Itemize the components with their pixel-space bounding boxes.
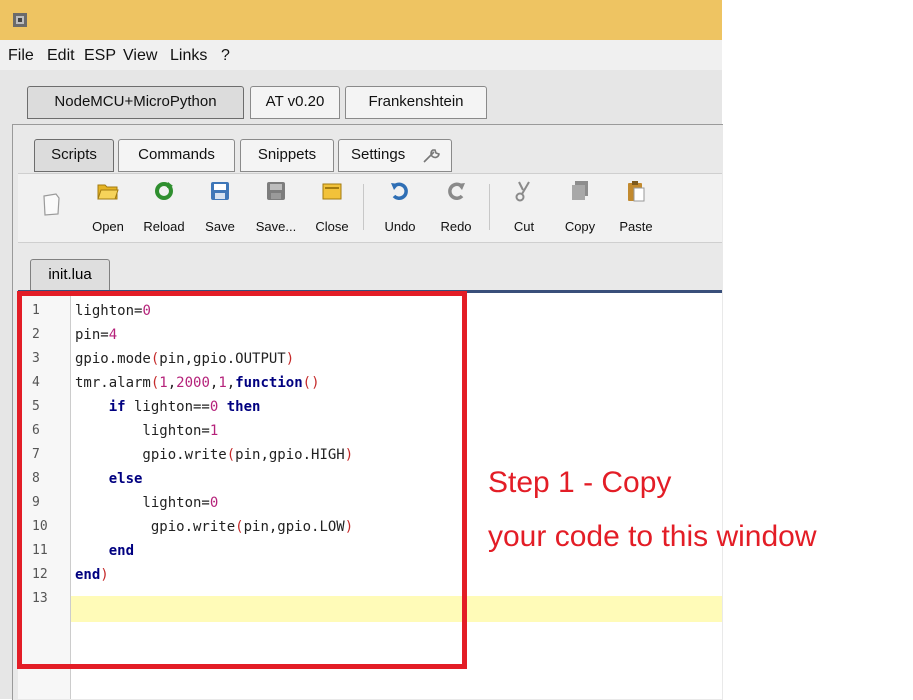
tab-settings[interactable]: Settings: [338, 139, 452, 172]
title-bar: [0, 0, 722, 40]
new-file-icon: [41, 193, 63, 216]
save-disk-icon: [209, 180, 231, 202]
save-as-label: Save...: [255, 219, 297, 234]
close-button[interactable]: Close: [304, 176, 360, 238]
tab-snippets[interactable]: Snippets: [240, 139, 334, 172]
new-file-button[interactable]: [24, 176, 80, 238]
menu-help[interactable]: ?: [221, 47, 230, 65]
tab-frankenshtein[interactable]: Frankenshtein: [345, 86, 487, 119]
annotation-step-1: Step 1 - Copy: [488, 466, 672, 499]
paste-label: Paste: [619, 219, 653, 234]
wrench-icon: [423, 149, 440, 163]
toolbar-separator: [363, 184, 364, 230]
copy-label: Copy: [564, 219, 596, 234]
menu-esp[interactable]: ESP: [84, 47, 116, 65]
folder-open-icon: [97, 180, 119, 202]
menu-file[interactable]: File: [8, 47, 34, 65]
annotation-step-1-detail: your code to this window: [488, 520, 817, 553]
save-button[interactable]: Save: [192, 176, 248, 238]
open-button[interactable]: Open: [80, 176, 136, 238]
close-label: Close: [315, 219, 349, 234]
reload-label: Reload: [143, 219, 185, 234]
open-label: Open: [92, 219, 124, 234]
editor-toolbar: Open Reload Save Save... Close Undo Redo…: [18, 173, 722, 243]
menu-view[interactable]: View: [123, 47, 157, 65]
save-as-button[interactable]: Save...: [248, 176, 304, 238]
copy-icon: [569, 180, 591, 202]
tab-scripts[interactable]: Scripts: [34, 139, 114, 172]
toolbar-separator: [489, 184, 490, 230]
paste-clipboard-icon: [625, 180, 647, 202]
redo-icon: [445, 180, 467, 202]
paste-button[interactable]: Paste: [608, 176, 664, 238]
tab-settings-label: Settings: [351, 146, 406, 163]
app-icon: [13, 13, 27, 27]
scissors-icon: [513, 180, 535, 202]
reload-icon: [153, 180, 175, 202]
undo-label: Undo: [384, 219, 416, 234]
cut-button[interactable]: Cut: [496, 176, 552, 238]
save-label: Save: [205, 219, 235, 234]
cut-label: Cut: [513, 219, 535, 234]
copy-button[interactable]: Copy: [552, 176, 608, 238]
highlight-box: [17, 291, 467, 669]
redo-button[interactable]: Redo: [428, 176, 484, 238]
tab-at-v020[interactable]: AT v0.20: [250, 86, 340, 119]
undo-icon: [389, 180, 411, 202]
menu-edit[interactable]: Edit: [47, 47, 75, 65]
menu-bar: File Edit ESP View Links ?: [0, 40, 722, 70]
menu-links[interactable]: Links: [170, 47, 207, 65]
undo-button[interactable]: Undo: [372, 176, 428, 238]
redo-label: Redo: [440, 219, 472, 234]
reload-button[interactable]: Reload: [136, 176, 192, 238]
tab-init-lua[interactable]: init.lua: [30, 259, 110, 290]
tab-nodemcu-micropython[interactable]: NodeMCU+MicroPython: [27, 86, 244, 119]
tab-commands[interactable]: Commands: [118, 139, 235, 172]
save-as-icon: [265, 180, 287, 202]
close-file-icon: [321, 180, 343, 202]
